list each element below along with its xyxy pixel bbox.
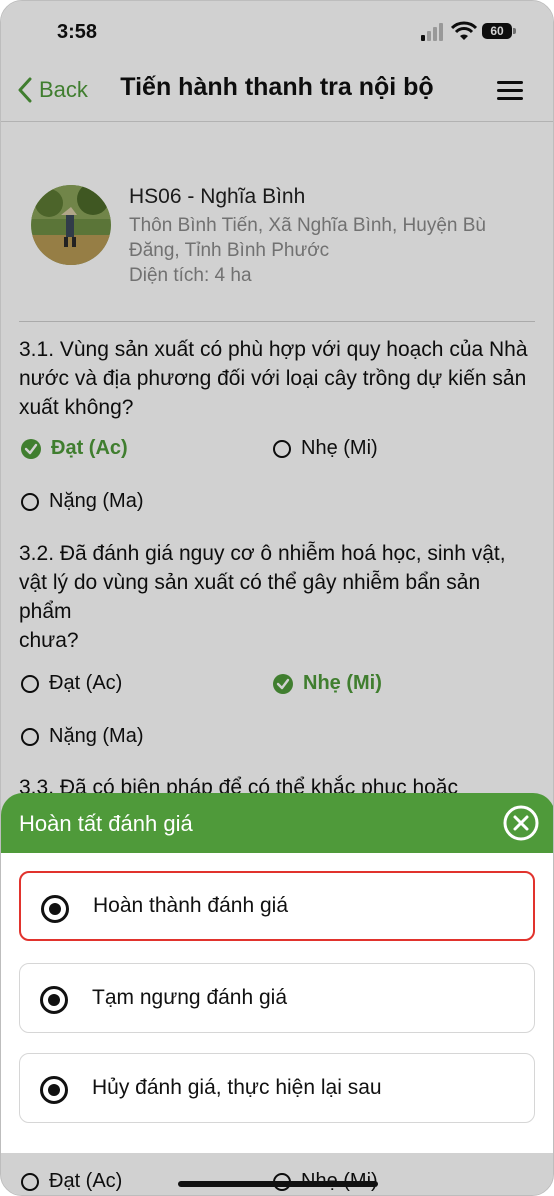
radio-selected-icon — [40, 986, 68, 1014]
choice-label: Tạm ngưng đánh giá — [92, 986, 288, 1009]
phone-frame: 3:58 60 Back Tiến hành thanh tra nội bộ — [0, 0, 554, 1196]
completion-sheet: Hoàn tất đánh giá Hoàn thành đánh giá Tạ… — [1, 793, 553, 1195]
sheet-header: Hoàn tất đánh giá — [1, 793, 553, 853]
choice-label: Hủy đánh giá, thực hiện lại sau — [92, 1076, 382, 1099]
radio-selected-icon — [41, 895, 69, 923]
close-icon[interactable] — [503, 805, 539, 841]
radio-selected-icon — [40, 1076, 68, 1104]
choice-pause[interactable]: Tạm ngưng đánh giá — [19, 963, 535, 1033]
sheet-body: Hoàn thành đánh giá Tạm ngưng đánh giá H… — [1, 853, 553, 1153]
sheet-title: Hoàn tất đánh giá — [19, 811, 193, 836]
home-indicator[interactable] — [178, 1181, 378, 1187]
choice-cancel[interactable]: Hủy đánh giá, thực hiện lại sau — [19, 1053, 535, 1123]
choice-complete[interactable]: Hoàn thành đánh giá — [19, 871, 535, 941]
choice-label: Hoàn thành đánh giá — [93, 894, 288, 917]
